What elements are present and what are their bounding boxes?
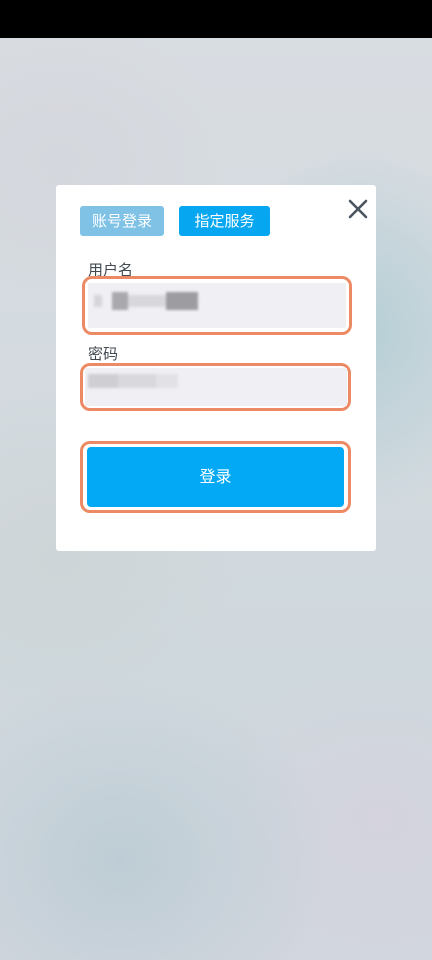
status-bar [0,0,432,38]
obscured-password-value [88,374,178,388]
password-label: 密码 [88,345,119,363]
tab-account-login[interactable]: 账号登录 [80,206,164,236]
obscured-username-value [94,292,198,310]
password-field[interactable] [85,368,347,406]
close-icon[interactable] [344,195,372,223]
login-dialog: 账号登录 指定服务 用户名 密码 登录 [56,185,376,551]
tab-specified-service[interactable]: 指定服务 [179,206,270,236]
username-input[interactable] [88,283,346,328]
login-button[interactable]: 登录 [87,447,344,507]
